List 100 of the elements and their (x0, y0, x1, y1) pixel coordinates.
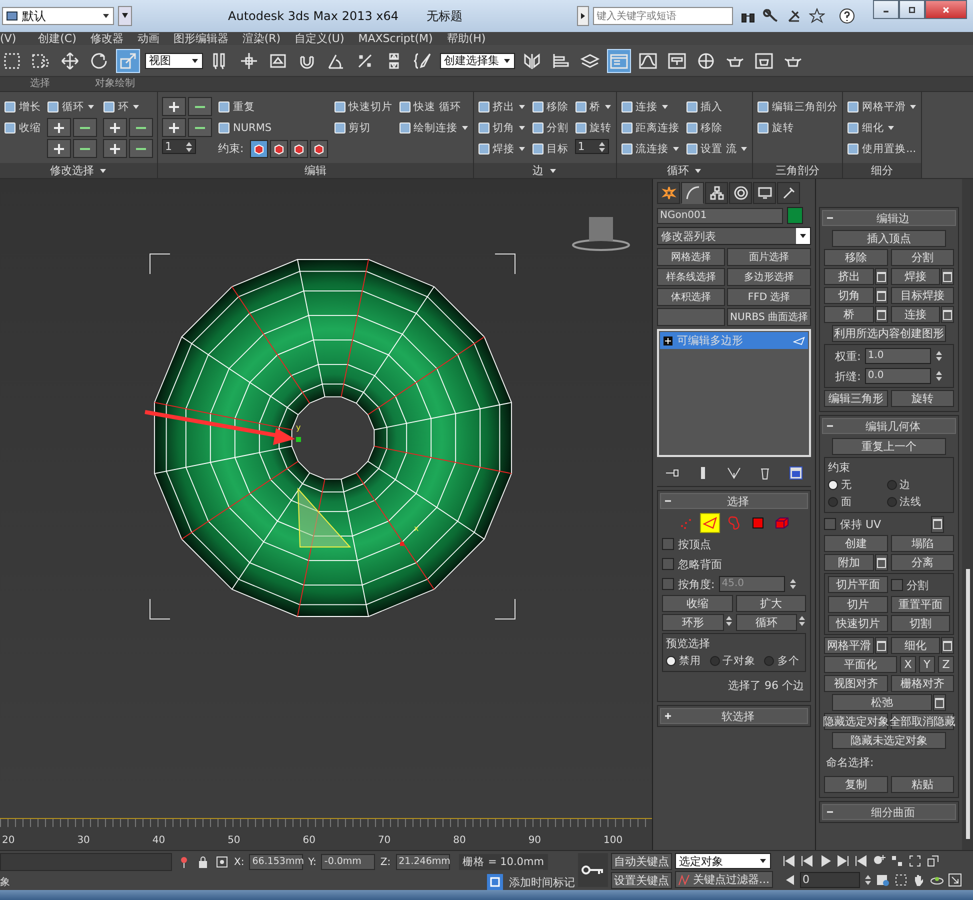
panel-tab[interactable] (777, 182, 800, 204)
minimize-button[interactable] (873, 0, 899, 19)
settings-button[interactable] (874, 554, 888, 571)
constraint-button[interactable] (250, 140, 268, 158)
radio-button[interactable] (828, 480, 838, 490)
ribbon-button[interactable]: 旋转 (574, 118, 612, 137)
ribbon-button[interactable]: 分割 (532, 118, 569, 137)
dashed-square-icon[interactable] (894, 873, 908, 887)
panel-button[interactable]: 隐藏未选定对象 (832, 732, 946, 749)
menu-item[interactable]: (V) (0, 32, 16, 45)
icon-button[interactable] (129, 118, 153, 137)
panel-button[interactable]: 复制 (824, 776, 888, 793)
panel-button[interactable]: 循环 (736, 614, 797, 631)
settings-button[interactable] (931, 516, 944, 532)
panel-button[interactable]: 分离 (890, 554, 954, 571)
menu-item[interactable]: MAXScript(M) (358, 32, 433, 45)
star-icon[interactable] (808, 8, 825, 24)
modifier-button[interactable]: FFD 选择 (727, 288, 811, 306)
skip-end-icon[interactable] (854, 854, 868, 868)
radio-button[interactable] (886, 480, 896, 490)
key-target-dropdown[interactable]: 选定对象 (675, 853, 771, 869)
panel-button[interactable]: 移除 (824, 249, 888, 266)
time-config-icon[interactable] (876, 873, 890, 887)
settings-button[interactable] (874, 306, 888, 323)
rollout-header[interactable]: 细分曲面 (822, 804, 956, 820)
ribbon-button[interactable]: 编辑三角剖分 (757, 97, 838, 116)
time-tag-button[interactable] (487, 874, 503, 890)
expand-button[interactable] (576, 6, 589, 26)
panel-button[interactable]: 分割 (890, 249, 954, 266)
panel-button[interactable]: 挤出 (824, 268, 874, 285)
ribbon-button[interactable]: 距离连接 (620, 118, 680, 137)
panel-button[interactable]: 编辑三角形 (824, 390, 888, 407)
radio-button[interactable] (666, 656, 676, 666)
checkbox[interactable] (824, 518, 836, 530)
ribbon-button[interactable]: 设置 流 (686, 139, 748, 158)
checkbox[interactable] (662, 578, 674, 590)
menu-item[interactable]: 动画 (137, 32, 160, 45)
ribbon-button[interactable]: 目标 (532, 139, 569, 158)
spinner-arrows-icon[interactable] (934, 369, 943, 383)
group-title[interactable]: 循环 (616, 163, 752, 178)
axis-button[interactable]: Y (919, 656, 935, 673)
ribbon-button[interactable]: 循环 (47, 97, 97, 116)
subobject-level-button[interactable] (700, 513, 720, 533)
icon-button[interactable] (47, 118, 71, 137)
panel-button[interactable]: 快速切片 (828, 615, 888, 632)
windows-icon[interactable] (926, 854, 940, 868)
key-filters-button[interactable]: 关键点过滤器... (675, 871, 772, 888)
fork-icon[interactable] (726, 465, 742, 481)
panel-button[interactable]: 插入顶点 (832, 230, 946, 247)
ribbon-button[interactable]: 绘制连接 (398, 118, 469, 137)
panel-button[interactable]: 收缩 (662, 595, 732, 612)
spinner-arrows-icon[interactable] (934, 349, 943, 363)
object-name-field[interactable]: NGon001 (657, 208, 783, 224)
group-title[interactable]: 编辑 (158, 163, 473, 178)
panel-button[interactable]: 焊接 (890, 268, 940, 285)
scrollbar[interactable] (962, 179, 973, 850)
number-field[interactable]: 1.0 (864, 348, 931, 364)
rollout-header[interactable]: 编辑几何体 (822, 418, 956, 434)
panel-button[interactable]: 扩大 (736, 595, 806, 612)
workspace-dropdown[interactable]: 默认 (2, 7, 114, 25)
spinner-arrows-icon[interactable] (864, 873, 872, 887)
panel-button[interactable]: 切片平面 (828, 576, 888, 593)
group-title[interactable]: 边 (474, 163, 616, 178)
panel-button[interactable]: 利用所选内容创建图形 (832, 325, 946, 342)
panel-tab[interactable] (729, 182, 752, 204)
rollout-header[interactable]: 编辑边 (822, 210, 956, 226)
icon-button[interactable] (162, 118, 186, 137)
menu-item[interactable]: 帮助(H) (446, 32, 486, 45)
checkbox[interactable] (662, 538, 674, 550)
panel-button[interactable]: 切割 (890, 615, 950, 632)
ribbon-button[interactable]: 移除 (686, 118, 748, 137)
frame-icon[interactable] (908, 854, 922, 868)
window-config-icon[interactable] (788, 465, 804, 481)
spinner-arrows-icon[interactable] (724, 614, 732, 628)
help-icon[interactable] (838, 8, 855, 24)
ribbon-tab[interactable]: 对象绘制 (95, 77, 135, 91)
lock-icon[interactable] (196, 855, 210, 869)
key-mode-button[interactable] (578, 853, 608, 887)
panel-button[interactable]: 旋转 (890, 390, 954, 407)
ribbon-button[interactable]: 连接 (620, 97, 680, 116)
icon-button[interactable] (73, 139, 97, 158)
time-tag-text[interactable]: 添加时间标记 (509, 874, 575, 890)
number-field[interactable]: 0.0 (864, 368, 931, 384)
panel-button[interactable]: 细化 (890, 637, 940, 654)
dropdown[interactable]: 创建选择集 (440, 52, 515, 68)
settings-button[interactable] (941, 268, 954, 285)
panel-button[interactable]: 视图对齐 (824, 675, 888, 692)
icon-button[interactable] (188, 118, 212, 137)
panel-button[interactable]: 桥 (824, 306, 874, 323)
group-title[interactable]: 三角剖分 (753, 163, 842, 178)
settings-button[interactable] (874, 287, 888, 304)
search-field[interactable]: 键入关键字或短语 (592, 7, 733, 25)
spinner-field[interactable]: 1 (574, 139, 609, 154)
view-cube-icon[interactable] (572, 217, 630, 251)
transform-mode-icon[interactable] (215, 855, 229, 869)
panel-tab[interactable] (753, 182, 776, 204)
axis-button[interactable]: X (900, 656, 916, 673)
ribbon-button[interactable]: 剪切 (334, 118, 393, 137)
panel-button[interactable]: 附加 (824, 554, 874, 571)
coordinate-field[interactable]: -0.0mm (321, 854, 376, 870)
